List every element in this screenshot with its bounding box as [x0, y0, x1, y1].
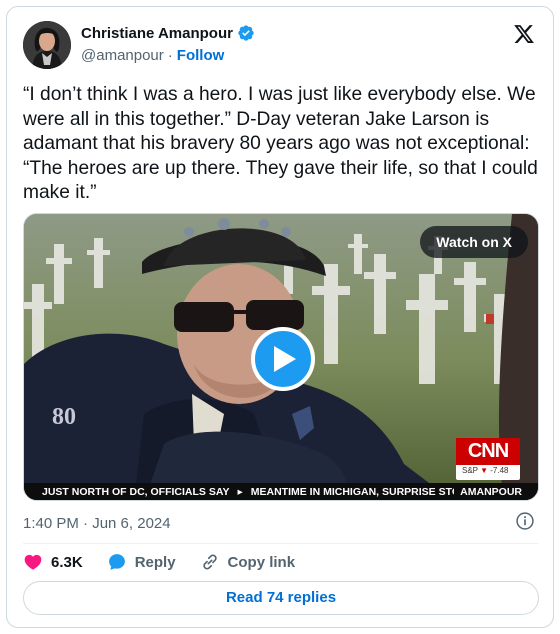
- chyron-segment-1: JUST NORTH OF DC, OFFICIALS SAY: [42, 486, 230, 498]
- market-ticker: S&P ▼ -7.48: [462, 466, 509, 475]
- read-replies-button[interactable]: Read 74 replies: [23, 581, 539, 615]
- author-name[interactable]: Christiane Amanpour: [81, 25, 233, 42]
- separator-dot: ·: [167, 47, 173, 64]
- news-chyron: JUST NORTH OF DC, OFFICIALS SAY ▸ MEANTIME…: [24, 483, 538, 500]
- chyron-segment-2: MEANTIME IN MICHIGAN, SURPRISE STO: [250, 486, 460, 498]
- tweet-timestamp[interactable]: 1:40 PM · Jun 6, 2024: [23, 515, 171, 532]
- author-name-row: Christiane Amanpour: [81, 24, 255, 42]
- reply-button[interactable]: Reply: [107, 552, 176, 572]
- like-count: 6.3K: [51, 553, 83, 571]
- divider: [23, 543, 539, 544]
- x-logo-icon[interactable]: [513, 23, 535, 45]
- follow-button[interactable]: Follow: [177, 47, 225, 64]
- verified-badge-icon: [237, 24, 255, 42]
- ticker-down-arrow: ▼: [480, 466, 489, 475]
- reply-label: Reply: [134, 553, 176, 571]
- avatar[interactable]: [23, 21, 71, 69]
- play-button[interactable]: [251, 327, 315, 391]
- author-handle[interactable]: @amanpour: [81, 47, 164, 64]
- chyron-separator: ▸: [237, 486, 243, 498]
- action-bar: 6.3K Reply Copy link: [23, 552, 319, 572]
- copy-link-label: Copy link: [227, 553, 296, 571]
- heart-icon: [24, 554, 42, 570]
- tweet-card: Christiane Amanpour @amanpour · Follow “I …: [6, 6, 554, 628]
- jacket-patch-text: 80: [52, 404, 76, 430]
- cnn-logo: CNN: [456, 438, 520, 465]
- author-handle-row: @amanpour · Follow: [81, 47, 224, 64]
- link-icon: [202, 554, 217, 570]
- watch-on-x-button[interactable]: Watch on X: [420, 226, 528, 258]
- ticker-symbol: S&P: [462, 466, 478, 475]
- chyron-tag: AMANPOUR: [454, 483, 538, 500]
- video-media[interactable]: 80 Watch on X CNN S&P ▼ -7.48 JUST NORTH…: [23, 213, 539, 501]
- copy-link-button[interactable]: Copy link: [200, 552, 296, 572]
- like-button[interactable]: 6.3K: [23, 552, 83, 572]
- tweet-text: “I don’t think I was a hero. I was just …: [23, 84, 538, 203]
- ticker-value: -7.48: [490, 466, 509, 475]
- play-icon: [274, 346, 296, 372]
- cnn-bug: CNN S&P ▼ -7.48: [456, 438, 520, 480]
- info-icon[interactable]: [515, 511, 535, 531]
- reply-bubble-icon: [108, 554, 125, 570]
